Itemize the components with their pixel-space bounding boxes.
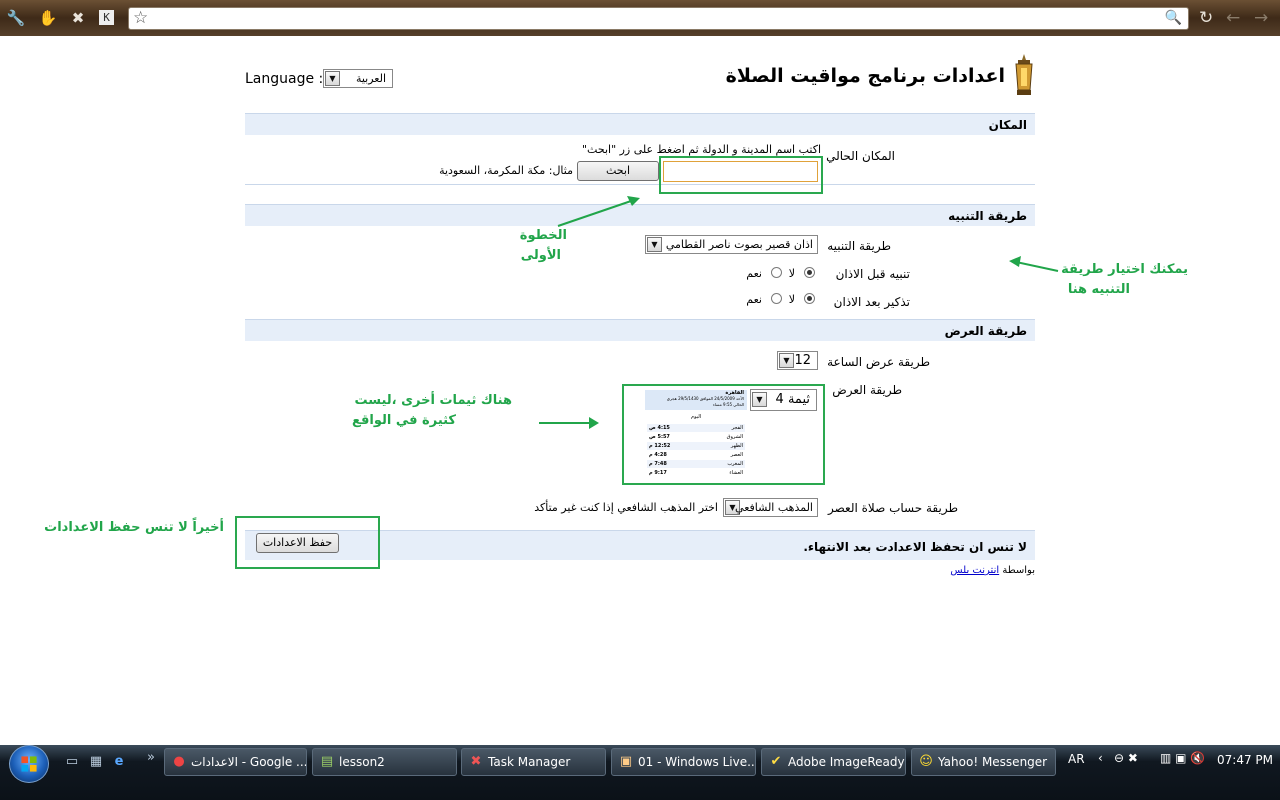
chevron-down-icon[interactable]: ▼: [647, 237, 662, 252]
yahoo-icon: ☺: [919, 754, 933, 769]
asr-label: طريقة حساب صلاة العصر: [828, 501, 958, 515]
save-reminder: لا تنس ان تحفظ الاعدادت بعد الانتهاء.: [803, 540, 1027, 554]
tray-chevron-icon[interactable]: ‹: [1098, 751, 1103, 765]
before-no-radio[interactable]: [804, 267, 815, 278]
search-icon: 🔍: [1164, 10, 1182, 26]
clock-label: طريقة عرض الساعة: [827, 355, 930, 369]
star-icon[interactable]: ☆: [133, 8, 148, 29]
language-select[interactable]: ▼ العربية: [323, 69, 393, 88]
before-no-label: لا: [788, 267, 795, 280]
task-task-manager[interactable]: ✖ Task Manager: [461, 748, 606, 776]
after-yes-label: نعم: [746, 293, 762, 306]
after-no-radio[interactable]: [804, 293, 815, 304]
switch-windows-icon[interactable]: ▦: [87, 753, 105, 771]
search-button[interactable]: ابحث: [577, 161, 659, 181]
input-language[interactable]: AR: [1068, 752, 1085, 766]
location-instruction: اكتب اسم المدينة و الدولة ثم اضغط على زر…: [581, 143, 821, 156]
annotation-step1-line1: الخطوة: [519, 228, 567, 243]
divider: [245, 184, 1035, 185]
chevron-down-icon[interactable]: ▼: [325, 71, 340, 86]
task-windows-live[interactable]: ▣ 01 - Windows Live...: [611, 748, 756, 776]
notepad-icon: ▤: [320, 754, 334, 769]
language-label: Language :: [245, 71, 324, 87]
task-imageready[interactable]: ✔ Adobe ImageReady: [761, 748, 906, 776]
start-button[interactable]: [9, 745, 49, 783]
theme-label: طريقة العرض: [832, 383, 902, 397]
alert-method-value: اذان قصير بصوت ناصر القطامي: [665, 238, 813, 251]
imageready-icon: ✔: [770, 754, 782, 769]
task-manager-icon[interactable]: ✖: [68, 8, 88, 28]
footer: بواسطة انترنت بلس: [950, 565, 1035, 576]
omnibox[interactable]: ☆ 🔍: [128, 7, 1189, 30]
clock[interactable]: 07:47 PM: [1217, 753, 1273, 767]
chevron-down-icon[interactable]: ▼: [779, 353, 794, 368]
arrow-alert: [1015, 261, 1059, 272]
ie-icon[interactable]: e: [110, 753, 128, 771]
after-no-label: لا: [788, 293, 795, 306]
windows-live-icon: ▣: [619, 754, 633, 769]
task-manager-icon: ✖: [470, 754, 482, 769]
browser-toolbar: 🔧 ✋ ✖ K ☆ 🔍 ↻ ← →: [0, 0, 1280, 36]
footer-link[interactable]: انترنت بلس: [950, 565, 999, 576]
alert-after-label: تذكير بعد الاذان: [833, 295, 910, 309]
taskbar: ▭ ▦ e » ● الاعدادات - Google ... ▤ lesso…: [0, 745, 1280, 800]
highlight-box-save: [235, 516, 380, 569]
highlight-box-city: [659, 156, 823, 194]
chrome-icon: ●: [173, 754, 185, 769]
language-value: العربية: [355, 72, 386, 85]
alert-before-label: تنبيه قبل الاذان: [835, 267, 910, 281]
annotation-alert-line2: التنبيه هنا: [1067, 282, 1130, 297]
alert-method-select[interactable]: ▼ اذان قصير بصوت ناصر القطامي: [645, 235, 818, 254]
annotation-themes-line1: هناك ثيمات أخرى ،ليست: [354, 393, 513, 408]
section-display: طريقة العرض: [245, 319, 1035, 341]
reload-icon[interactable]: ↻: [1199, 8, 1213, 28]
task-lesson2[interactable]: ▤ lesson2: [312, 748, 457, 776]
windows-logo-icon: [21, 756, 37, 772]
annotation-save: أخيراً لا تنس حفظ الاعدادات: [44, 520, 224, 535]
task-yahoo[interactable]: ☺ Yahoo! Messenger: [911, 748, 1056, 776]
alert-method-label: طريقة التنبيه: [827, 239, 891, 253]
k-icon[interactable]: K: [99, 10, 114, 25]
annotation-themes-line2: كثيرة في الواقع: [352, 413, 456, 428]
back-icon[interactable]: ←: [1226, 8, 1240, 28]
wrench-icon[interactable]: 🔧: [6, 8, 26, 28]
before-yes-radio[interactable]: [771, 267, 782, 278]
annotation-step1-line2: الأولى: [520, 248, 561, 263]
current-location-label: المكان الحالي: [826, 149, 895, 163]
task-chrome[interactable]: ● الاعدادات - Google ...: [164, 748, 307, 776]
after-yes-radio[interactable]: [771, 293, 782, 304]
page-title: اعدادات برنامج مواقيت الصلاة: [725, 65, 1005, 87]
asr-select[interactable]: ▼ المذهب الشافعي: [723, 498, 818, 517]
asr-hint: اختر المذهب الشافعي إذا كنت غير متأكد: [534, 501, 718, 514]
forward-icon[interactable]: →: [1254, 8, 1268, 28]
before-yes-label: نعم: [746, 267, 762, 280]
section-alert: طريقة التنبيه: [245, 204, 1035, 226]
annotation-alert-line1: يمكنك اختيار طريقة: [1061, 262, 1188, 277]
location-example: مثال: مكة المكرمة، السعودية: [439, 164, 573, 177]
network-icon[interactable]: ▥ ▣ 🔇: [1160, 751, 1205, 765]
lantern-icon: [1015, 54, 1033, 95]
extension-icon[interactable]: ✋: [38, 8, 58, 28]
highlight-box-theme: [622, 384, 825, 485]
clock-value: 12: [794, 353, 811, 368]
tray-icons[interactable]: ⊖ ✖: [1114, 751, 1138, 765]
chevron-right-icon[interactable]: »: [142, 749, 160, 767]
asr-value: المذهب الشافعي: [735, 501, 813, 514]
clock-select[interactable]: ▼ 12: [777, 351, 818, 370]
section-location: المكان: [245, 113, 1035, 135]
show-desktop-icon[interactable]: ▭: [63, 753, 81, 771]
footer-by: بواسطة: [1002, 565, 1035, 576]
